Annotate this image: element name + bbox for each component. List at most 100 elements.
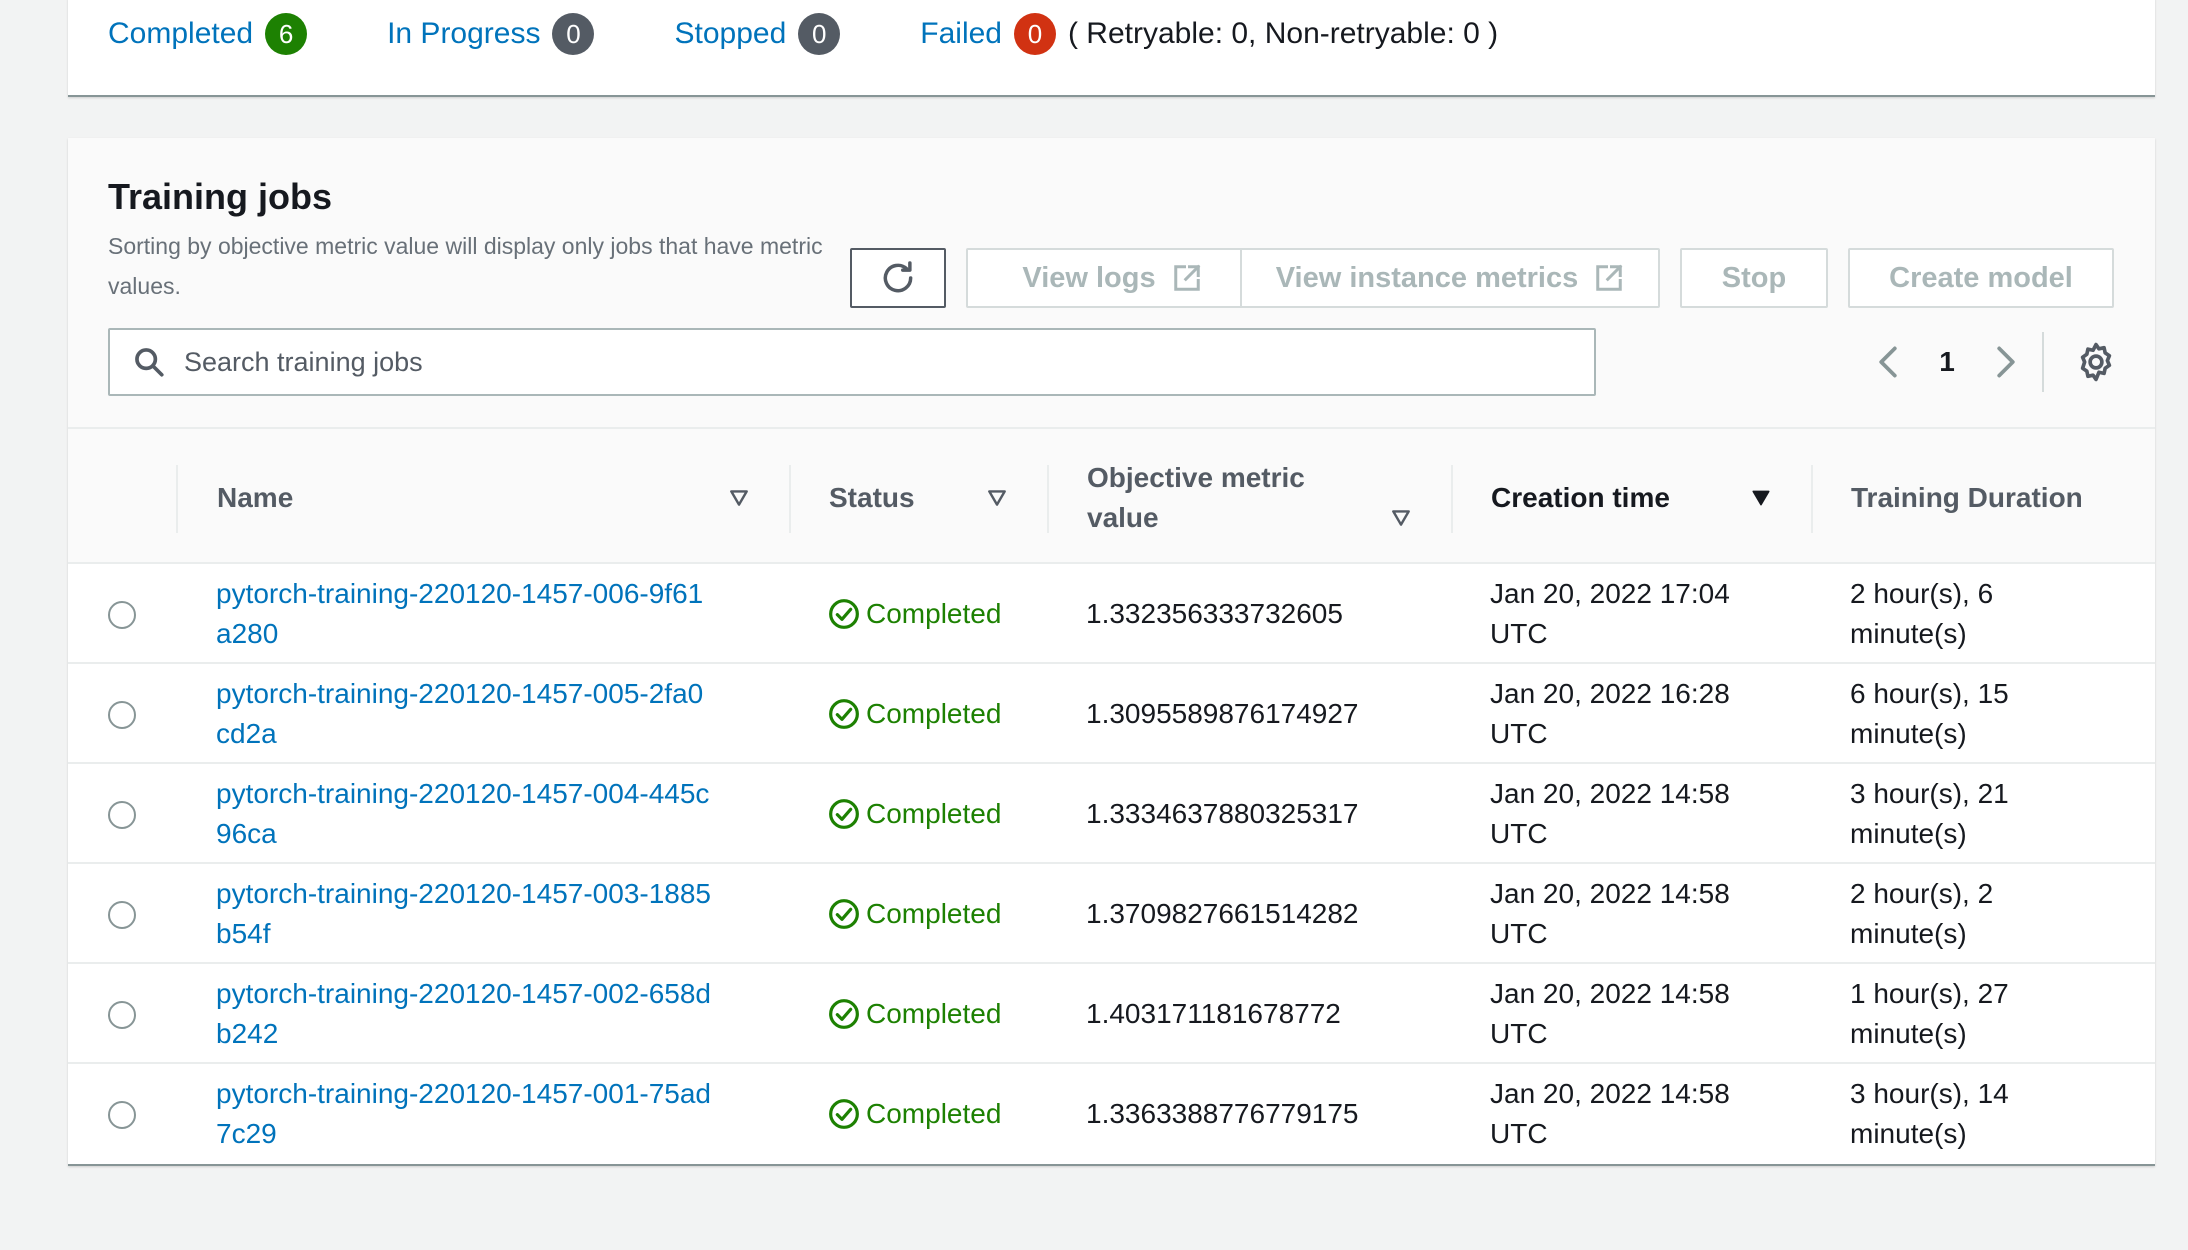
status-cell: Completed xyxy=(828,764,1001,864)
refresh-icon xyxy=(883,261,913,293)
table-row[interactable]: pytorch-training-220120-1457-001-75ad7c2… xyxy=(68,1064,2155,1164)
sort-triangle-icon[interactable] xyxy=(986,487,1008,509)
status-cell: Completed xyxy=(828,864,1001,964)
job-name-link[interactable]: pytorch-training-220120-1457-002-658db24… xyxy=(216,974,716,1054)
search-box[interactable] xyxy=(108,328,1596,396)
column-header-training-duration[interactable]: Training Duration xyxy=(1851,429,2083,566)
training-duration: 2 hour(s), 2 minute(s) xyxy=(1850,878,1994,949)
in-progress-link[interactable]: In Progress xyxy=(387,17,540,51)
search-input[interactable] xyxy=(184,346,1564,378)
pagination-divider xyxy=(2042,332,2044,392)
creation-time: Jan 20, 2022 14:58 UTC xyxy=(1490,778,1730,849)
completed-link[interactable]: Completed xyxy=(108,17,253,51)
table-row[interactable]: pytorch-training-220120-1457-003-1885b54… xyxy=(68,864,2155,964)
row-select-radio[interactable] xyxy=(108,901,136,929)
job-name-link[interactable]: pytorch-training-220120-1457-006-9f61a28… xyxy=(216,574,716,654)
failed-count-badge: 0 xyxy=(1013,13,1056,55)
status-cell: Completed xyxy=(828,1064,1001,1164)
summary-failed[interactable]: Failed 0 ( Retryable: 0, Non-retryable: … xyxy=(920,13,1498,55)
job-name-link[interactable]: pytorch-training-220120-1457-005-2fa0cd2… xyxy=(216,674,716,754)
view-instance-metrics-label: View instance metrics xyxy=(1275,261,1579,294)
chevron-right-icon xyxy=(1997,346,2015,378)
search-icon xyxy=(135,348,164,377)
next-page-button[interactable] xyxy=(1986,342,2026,382)
creation-time: Jan 20, 2022 14:58 UTC xyxy=(1490,878,1730,949)
row-select-radio[interactable] xyxy=(108,1101,136,1129)
table-row[interactable]: pytorch-training-220120-1457-005-2fa0cd2… xyxy=(68,664,2155,764)
objective-value: 1.332356333732605 xyxy=(1086,598,1343,629)
refresh-button[interactable] xyxy=(850,248,946,308)
training-duration: 6 hour(s), 15 minute(s) xyxy=(1850,678,2009,749)
column-separator xyxy=(1047,465,1049,533)
panel-description: Sorting by objective metric value will d… xyxy=(108,233,823,299)
creation-time: Jan 20, 2022 16:28 UTC xyxy=(1490,678,1730,749)
create-model-button[interactable]: Create model xyxy=(1848,248,2114,308)
check-circle-icon xyxy=(829,799,859,829)
row-select-radio[interactable] xyxy=(108,801,136,829)
view-instance-metrics-button[interactable]: View instance metrics xyxy=(1240,248,1660,308)
column-header-status[interactable]: Status xyxy=(829,429,915,566)
status-text: Completed xyxy=(866,998,1002,1029)
check-circle-icon xyxy=(829,699,859,729)
table-row[interactable]: pytorch-training-220120-1457-004-445c96c… xyxy=(68,764,2155,864)
sort-triangle-icon[interactable] xyxy=(728,487,750,509)
gear-icon[interactable] xyxy=(2074,340,2118,384)
table-row[interactable]: pytorch-training-220120-1457-002-658db24… xyxy=(68,964,2155,1064)
check-circle-icon xyxy=(829,1099,859,1129)
creation-time: Jan 20, 2022 14:58 UTC xyxy=(1490,1078,1730,1149)
row-select-radio[interactable] xyxy=(108,1001,136,1029)
table-row[interactable]: pytorch-training-220120-1457-006-9f61a28… xyxy=(68,564,2155,664)
creation-time: Jan 20, 2022 17:04 UTC xyxy=(1490,578,1730,649)
table-body: pytorch-training-220120-1457-006-9f61a28… xyxy=(68,564,2155,1164)
create-model-label: Create model xyxy=(1889,261,2073,294)
external-link-icon xyxy=(1596,264,1623,291)
objective-value: 1.3363388776779175 xyxy=(1086,1098,1359,1129)
sort-descending-icon[interactable] xyxy=(1750,487,1772,509)
panel-title: Training jobs xyxy=(108,176,333,217)
row-select-radio[interactable] xyxy=(108,601,136,629)
row-select-radio[interactable] xyxy=(108,701,136,729)
status-summary-panel: Completed 6 In Progress 0 Stopped 0 Fail… xyxy=(68,0,2155,97)
column-header-name[interactable]: Name xyxy=(217,429,293,566)
current-page-number[interactable]: 1 xyxy=(1908,346,1986,378)
failed-retry-note: ( Retryable: 0, Non-retryable: 0 ) xyxy=(1067,17,1499,50)
pagination: 1 xyxy=(1868,334,2026,390)
status-cell: Completed xyxy=(828,664,1001,764)
stopped-count-badge: 0 xyxy=(798,13,841,55)
check-circle-icon xyxy=(829,599,859,629)
check-circle-icon xyxy=(829,899,859,929)
sort-triangle-icon[interactable] xyxy=(1390,507,1412,529)
summary-completed[interactable]: Completed 6 xyxy=(108,13,308,55)
job-name-link[interactable]: pytorch-training-220120-1457-001-75ad7c2… xyxy=(216,1074,716,1154)
table-header: Name Status Objective metric value Creat… xyxy=(68,427,2155,564)
view-logs-label: View logs xyxy=(1022,261,1156,294)
stopped-link[interactable]: Stopped xyxy=(674,17,786,51)
objective-value: 1.403171181678772 xyxy=(1086,998,1341,1029)
summary-stopped[interactable]: Stopped 0 xyxy=(674,13,841,55)
status-text: Completed xyxy=(866,898,1002,929)
view-logs-button[interactable]: View logs xyxy=(966,248,1258,308)
training-jobs-panel: Training jobs Sorting by objective metri… xyxy=(68,138,2155,1166)
stop-button[interactable]: Stop xyxy=(1680,248,1828,308)
training-duration: 1 hour(s), 27 minute(s) xyxy=(1850,978,2009,1049)
chevron-left-icon xyxy=(1879,346,1897,378)
failed-link[interactable]: Failed xyxy=(920,17,1002,51)
training-duration: 3 hour(s), 21 minute(s) xyxy=(1850,778,2009,849)
column-separator xyxy=(789,465,791,533)
status-cell: Completed xyxy=(828,564,1001,664)
job-name-link[interactable]: pytorch-training-220120-1457-004-445c96c… xyxy=(216,774,716,854)
column-header-creation-time[interactable]: Creation time xyxy=(1491,429,1670,566)
job-name-link[interactable]: pytorch-training-220120-1457-003-1885b54… xyxy=(216,874,716,954)
column-header-objective-metric[interactable]: Objective metric value xyxy=(1087,429,1307,566)
status-text: Completed xyxy=(866,598,1002,629)
objective-value: 1.3334637880325317 xyxy=(1086,798,1359,829)
objective-value: 1.3709827661514282 xyxy=(1086,898,1359,929)
stop-label: Stop xyxy=(1721,261,1787,294)
summary-in-progress[interactable]: In Progress 0 xyxy=(387,13,595,55)
completed-count-badge: 6 xyxy=(265,13,308,55)
previous-page-button[interactable] xyxy=(1868,342,1908,382)
status-text: Completed xyxy=(866,798,1002,829)
status-summary-row: Completed 6 In Progress 0 Stopped 0 Fail… xyxy=(108,12,1498,56)
status-cell: Completed xyxy=(828,964,1001,1064)
column-separator xyxy=(176,465,178,533)
